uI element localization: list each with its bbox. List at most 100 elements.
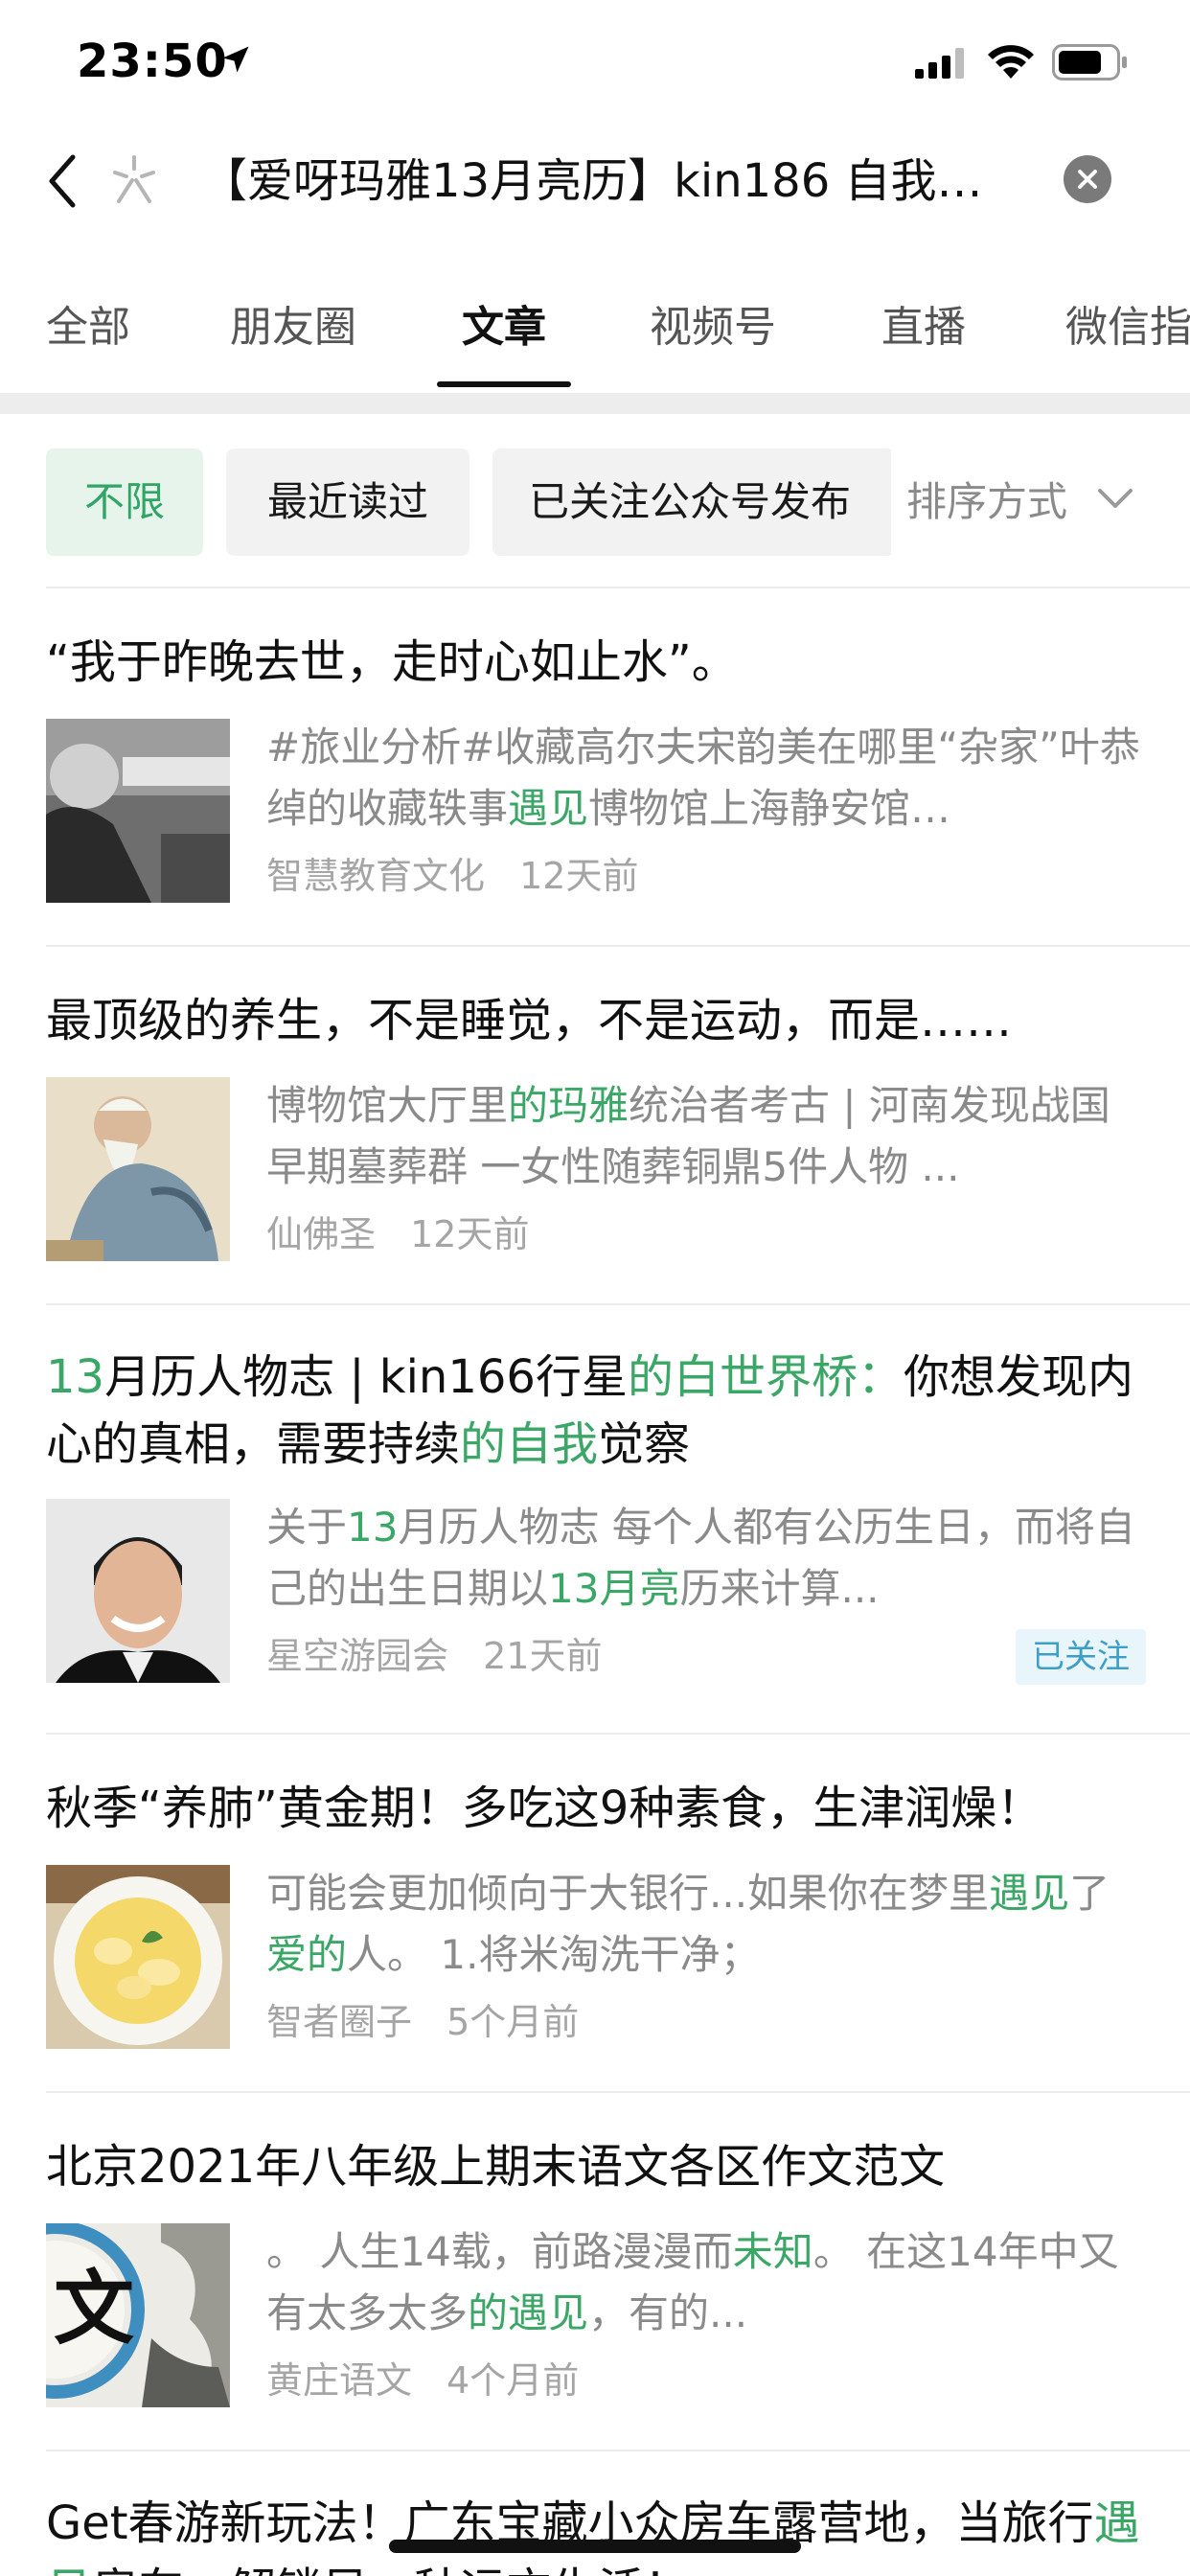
filter-chip-recently-read[interactable]: 最近读过 [226,448,469,556]
article-meta: 星空游园会 21天前 [266,1629,602,1683]
article-time: 5个月前 [446,2001,580,2043]
grayscale-elderly-photo-image [46,719,230,903]
pear-soup-bowl-image [46,1865,230,2049]
article-time: 21天前 [483,1635,603,1677]
article-snippet: 。 人生14载，前路漫漫而未知。 在这14年中又有太多太多的遇见，有的... [266,2221,1148,2344]
text-segment: 历来计算... [679,1565,880,1612]
chevron-down-icon [1098,489,1133,508]
article-time: 4个月前 [446,2359,580,2402]
article-source[interactable]: 仙佛圣 [266,1213,376,1255]
section-divider [0,393,1190,414]
highlighted-text: 遇见 [989,1870,1070,1917]
article-meta: 智者圈子 5个月前 [266,1995,579,2049]
article-thumbnail [46,1077,230,1261]
search-input[interactable]: 【爱呀玛雅13月亮历】kin186 自我… [201,150,1016,213]
article-source[interactable]: 星空游园会 [266,1635,448,1677]
tab-all[interactable]: 全部 [46,297,130,358]
search-sparkle-icon[interactable] [107,153,161,207]
filter-bar: 不限 最近读过 已关注公众号发布 排序方式 [0,414,1190,586]
highlighted-text: 13月亮 [548,1565,680,1612]
text-segment: 北京2021年八年级上期末语文各区作文范文 [46,2140,946,2194]
status-bar: 23:50 [0,0,1190,125]
home-indicator[interactable] [389,2540,801,2553]
article-title: Get春游新玩法！广东宝藏小众房车露营地，当旅行遇见房车，解锁另一种远方生活！ [46,2490,1148,2576]
article-snippet: 可能会更加倾向于大银行...如果你在梦里遇见了爱的人。 1.将米淘洗干净； [266,1863,1148,1986]
article-result[interactable]: 最顶级的养生，不是睡觉，不是运动，而是…… 博物馆大厅里的玛雅统治者考古 | 河… [0,947,1190,1303]
sage-painting-image [46,1077,230,1261]
article-meta: 仙佛圣 12天前 [266,1208,529,1261]
article-source[interactable]: 黄庄语文 [266,2359,412,2402]
battery-icon [1052,44,1127,80]
article-thumbnail: 文 [46,2223,230,2407]
tab-articles[interactable]: 文章 [462,297,546,358]
article-result[interactable]: Get春游新玩法！广东宝藏小众房车露营地，当旅行遇见房车，解锁另一种远方生活！ [0,2451,1190,2576]
text-segment: 博物馆上海静安馆… [588,785,951,832]
man-portrait-image [46,1499,230,1683]
article-title: 最顶级的养生，不是睡觉，不是运动，而是…… [46,987,1148,1054]
tab-moments[interactable]: 朋友圈 [230,297,356,358]
article-time: 12天前 [519,855,639,897]
article-time: 12天前 [410,1213,530,1255]
location-arrow-icon [222,46,249,73]
wifi-icon [988,45,1034,79]
highlighted-text: 13 [46,1350,105,1404]
article-snippet: #旅业分析#收藏高尔夫宋韵美在哪里“杂家”叶恭绰的收藏轶事遇见博物馆上海静安馆… [266,717,1148,840]
filter-chip-any[interactable]: 不限 [46,448,203,556]
article-meta: 黄庄语文 4个月前 [266,2354,579,2407]
article-title: 北京2021年八年级上期末语文各区作文范文 [46,2133,1148,2200]
text-segment: 了 [1069,1870,1110,1917]
highlighted-text: 的玛雅 [508,1082,629,1129]
article-result[interactable]: “我于昨晚去世，走时心如止水”。 #旅业分析#收藏高尔夫宋韵美在哪里“杂家”叶恭… [0,588,1190,945]
followed-badge: 已关注 [1016,1629,1146,1685]
highlighted-text: 的白世界桥： [627,1350,904,1404]
text-segment: 。 人生14载，前路漫漫而 [266,2228,733,2275]
tab-live[interactable]: 直播 [881,297,966,358]
search-category-tabs: 全部 朋友圈 文章 视频号 直播 微信指 [0,278,1190,393]
sort-label: 排序方式 [906,478,1068,525]
article-snippet: 关于13月历人物志 每个人都有公历生日，而将自己的出生日期以13月亮历来计算..… [266,1497,1148,1620]
sort-dropdown[interactable]: 排序方式 [891,448,1190,556]
text-segment: 秋季“养肺”黄金期！多吃这9种素食，生津润燥！ [46,1782,1043,1835]
text-segment: 博物馆大厅里 [266,1082,509,1129]
highlighted-text: 的遇见 [468,2289,589,2336]
highlighted-text: 13 [347,1504,399,1551]
text-segment: 觉察 [598,1417,691,1471]
text-segment: “我于昨晚去世，走时心如止水”。 [46,635,738,689]
tab-wechat-index[interactable]: 微信指 [1065,297,1190,358]
article-meta: 智慧教育文化 12天前 [266,849,638,903]
text-segment: 人。 1.将米淘洗干净； [347,1931,761,1978]
filter-chip-followed-accounts[interactable]: 已关注公众号发布 [492,448,895,556]
chinese-wen-character-image: 文 [46,2223,230,2407]
close-icon [1078,170,1097,189]
article-thumbnail [46,719,230,903]
status-time: 23:50 [77,34,228,88]
article-result[interactable]: 北京2021年八年级上期末语文各区作文范文 文 。 人生14载，前路漫漫而未知。… [0,2093,1190,2450]
highlighted-text: 未知 [732,2228,813,2275]
article-thumbnail [46,1499,230,1683]
thumbnail-character: 文 [54,2261,134,2356]
article-thumbnail [46,1865,230,2049]
text-segment: 关于 [266,1504,348,1551]
chevron-left-icon [49,154,76,208]
article-result[interactable]: 13月历人物志 | kin166行星的白世界桥：你想发现内心的真相，需要持续的自… [0,1305,1190,1733]
tab-channels[interactable]: 视频号 [650,297,776,358]
text-segment: 月历人物志 | kin166行星 [104,1350,628,1404]
article-title: 秋季“养肺”黄金期！多吃这9种素食，生津润燥！ [46,1775,1148,1842]
highlighted-text: 爱的 [266,1931,348,1978]
highlighted-text: 的自我 [460,1417,599,1471]
article-snippet: 博物馆大厅里的玛雅统治者考古 | 河南发现战国早期墓葬群 一女性随葬铜鼎5件人物… [266,1075,1148,1198]
active-tab-indicator [437,381,571,387]
text-segment: 最顶级的养生，不是睡觉，不是运动，而是…… [46,994,1013,1047]
text-segment: ，有的... [588,2289,748,2336]
article-source[interactable]: 智者圈子 [266,2001,412,2043]
article-source[interactable]: 智慧教育文化 [266,855,485,897]
cellular-signal-icon [915,48,964,79]
clear-search-button[interactable] [1064,155,1111,203]
article-result[interactable]: 秋季“养肺”黄金期！多吃这9种素食，生津润燥！ 可能会更加倾向于大银行...如果… [0,1735,1190,2091]
highlighted-text: 遇见 [508,785,589,832]
back-button[interactable] [38,150,86,213]
text-segment: 房车，解锁另一种远方生活！ [92,2564,690,2576]
article-title: 13月历人物志 | kin166行星的白世界桥：你想发现内心的真相，需要持续的自… [46,1344,1148,1478]
search-header: 【爱呀玛雅13月亮历】kin186 自我… [0,125,1190,240]
article-title: “我于昨晚去世，走时心如止水”。 [46,629,1148,696]
